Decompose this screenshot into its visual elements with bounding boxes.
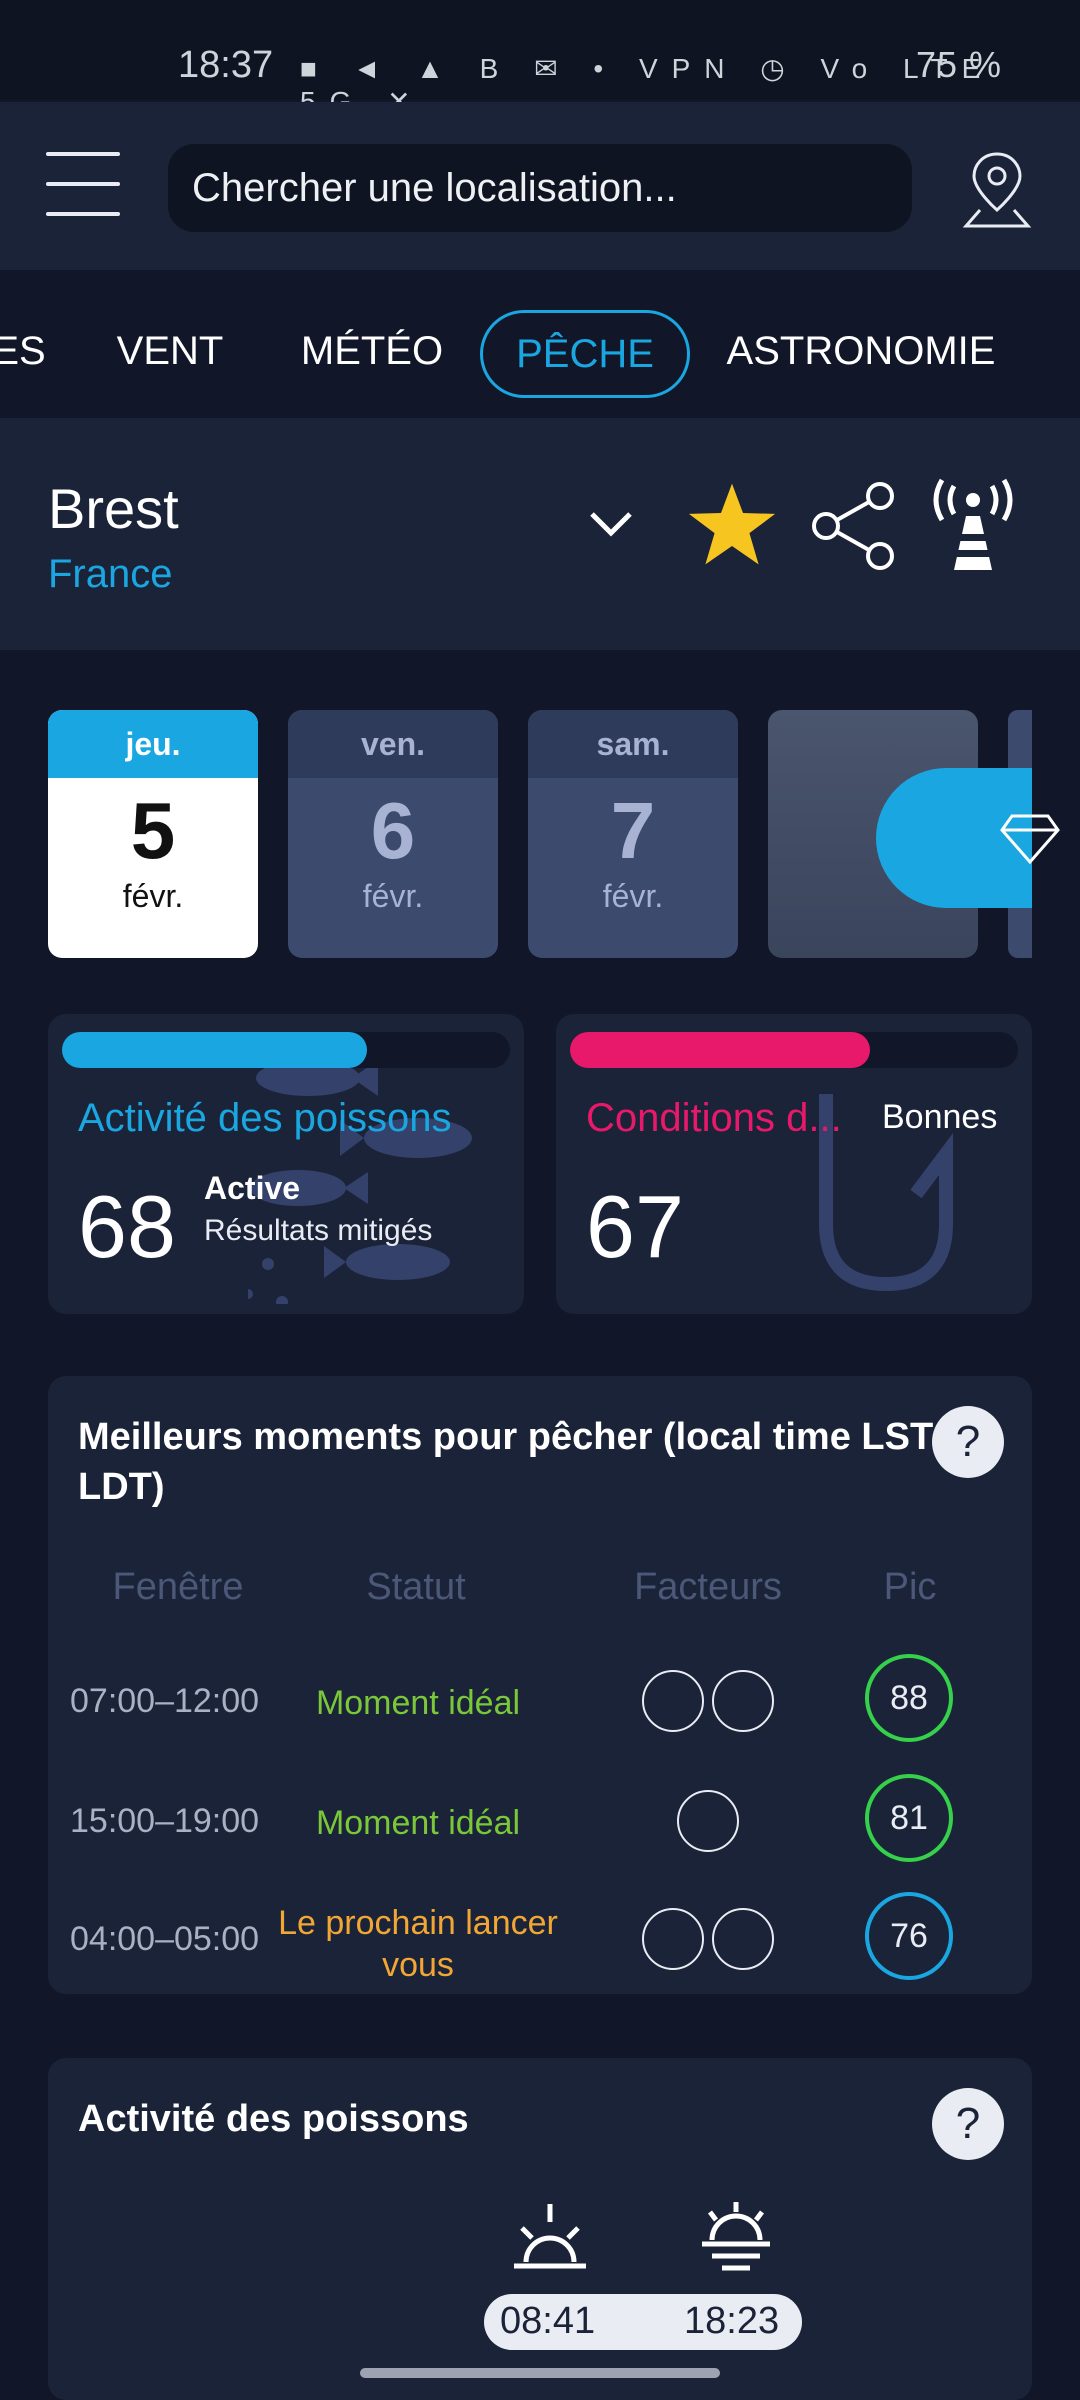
share-icon[interactable] (808, 480, 898, 572)
day-card[interactable]: sam. 7 févr. (528, 710, 738, 958)
column-header-status: Statut (366, 1566, 466, 1608)
day-card[interactable]: ven. 6 févr. (288, 710, 498, 958)
peak-score-value: 88 (890, 1679, 928, 1717)
activity-progress-fill (62, 1032, 367, 1068)
conditions-progress-fill (570, 1032, 871, 1068)
row-status: Moment idéal (315, 1684, 521, 1722)
conditions-progress-bar (570, 1032, 1018, 1068)
table-row[interactable]: 04:00–05:00 Le prochain lancer vous 76 (48, 1890, 1032, 1994)
day-month: févr. (122, 878, 184, 914)
row-factors (588, 1658, 828, 1738)
chevron-down-icon[interactable] (586, 506, 636, 542)
tide-down-icon (642, 1670, 704, 1732)
table-row[interactable]: 15:00–19:00 Moment idéal 81 (48, 1772, 1032, 1882)
row-status: Moment idéal (315, 1804, 521, 1842)
peak-score: 88 (863, 1652, 955, 1744)
peak-score-value: 76 (890, 1917, 928, 1955)
help-icon[interactable]: ? (932, 1406, 1004, 1478)
premium-button[interactable] (876, 768, 1060, 908)
moon-transit-icon (712, 1908, 774, 1970)
day-num: 5 (130, 786, 176, 875)
search-input[interactable]: Chercher une localisation... (168, 144, 912, 232)
city-name[interactable]: Brest (48, 476, 179, 541)
row-factors (588, 1778, 828, 1858)
tide-up-icon (677, 1790, 739, 1852)
day-card-selected[interactable]: jeu. 5 févr. (48, 710, 258, 958)
time-window: 07:00–12:00 (70, 1682, 260, 1720)
tab-partial[interactable]: ES (0, 310, 50, 392)
day-dow: sam. (528, 710, 738, 778)
peak-score: 81 (863, 1772, 955, 1864)
conditions-rating: Bonnes (882, 1098, 998, 1136)
help-icon[interactable]: ? (932, 2088, 1004, 2160)
row-factors (588, 1896, 828, 1976)
column-header-window: Fenêtre (112, 1566, 244, 1608)
location-pin-icon[interactable] (960, 148, 1034, 230)
activity-level: Active (204, 1170, 301, 1206)
activity-section: Activité des poissons ? 08:41 18:23 (48, 2058, 1032, 2400)
sunrise-icon (514, 2204, 586, 2269)
star-icon[interactable] (686, 480, 778, 568)
sun-times-pill: 08:41 18:23 (484, 2294, 802, 2350)
category-tabs: ES VENT MÉTÉO PÊCHE ASTRONOMIE (0, 270, 1080, 418)
column-header-peak: Pic (883, 1566, 937, 1608)
wave-current-icon (642, 1908, 704, 1970)
tab-peche[interactable]: PÊCHE (480, 310, 690, 398)
time-window: 04:00–05:00 (70, 1920, 260, 1958)
battery-level: 75 % (915, 44, 1002, 85)
app-header: Chercher une localisation... (0, 102, 1080, 270)
conditions-card[interactable]: Conditions d... Bonnes 67 (556, 1014, 1032, 1314)
activity-label: Activité des poissons (78, 1096, 452, 1140)
conditions-score: 67 (586, 1177, 684, 1276)
tab-vent[interactable]: VENT (100, 310, 240, 392)
day-dow: ven. (288, 710, 498, 778)
fish-activity-card[interactable]: Activité des poissons 68 Active Résultat… (48, 1014, 524, 1314)
day-month: févr. (602, 878, 664, 914)
diamond-icon (1000, 814, 1060, 865)
tab-astronomie[interactable]: ASTRONOMIE (716, 310, 1006, 392)
day-dow: jeu. (48, 710, 258, 778)
peak-score: 76 (863, 1890, 955, 1982)
day-num: 6 (370, 786, 416, 875)
search-placeholder: Chercher une localisation... (192, 166, 677, 210)
day-num: 7 (610, 786, 656, 875)
sunrise-icon (712, 1670, 774, 1732)
country-name: France (48, 552, 173, 596)
location-header: Brest France (0, 418, 1080, 650)
activity-note: Résultats mitigés (204, 1214, 433, 1247)
menu-icon[interactable] (46, 152, 120, 216)
peak-score-value: 81 (890, 1799, 928, 1837)
best-times-card: Meilleurs moments pour pêcher (local tim… (48, 1376, 1032, 1994)
tab-meteo[interactable]: MÉTÉO (292, 310, 452, 392)
activity-section-title: Activité des poissons (78, 2098, 469, 2140)
home-indicator[interactable] (360, 2368, 720, 2378)
status-bar: 18:37 ■ ◄ ▲ B ✉ • VPN ◷ Vo LTE 5G ✕ 75 % (0, 0, 1080, 117)
day-month: févr. (362, 878, 424, 914)
sunset-icon (702, 2202, 770, 2271)
activity-progress-bar (62, 1032, 510, 1068)
sunset-time: 18:23 (684, 2300, 780, 2342)
sunrise-time: 08:41 (500, 2300, 596, 2342)
table-row[interactable]: 07:00–12:00 Moment idéal 88 (48, 1652, 1032, 1762)
conditions-label: Conditions d... (586, 1096, 842, 1140)
status-time: 18:37 (178, 44, 274, 86)
activity-score: 68 (78, 1177, 176, 1276)
time-window: 15:00–19:00 (70, 1802, 260, 1840)
beacon-icon[interactable] (930, 478, 1016, 574)
best-times-title: Meilleurs moments pour pêcher (local tim… (78, 1416, 934, 1508)
row-status: Le prochain lancer vous (278, 1904, 558, 1984)
